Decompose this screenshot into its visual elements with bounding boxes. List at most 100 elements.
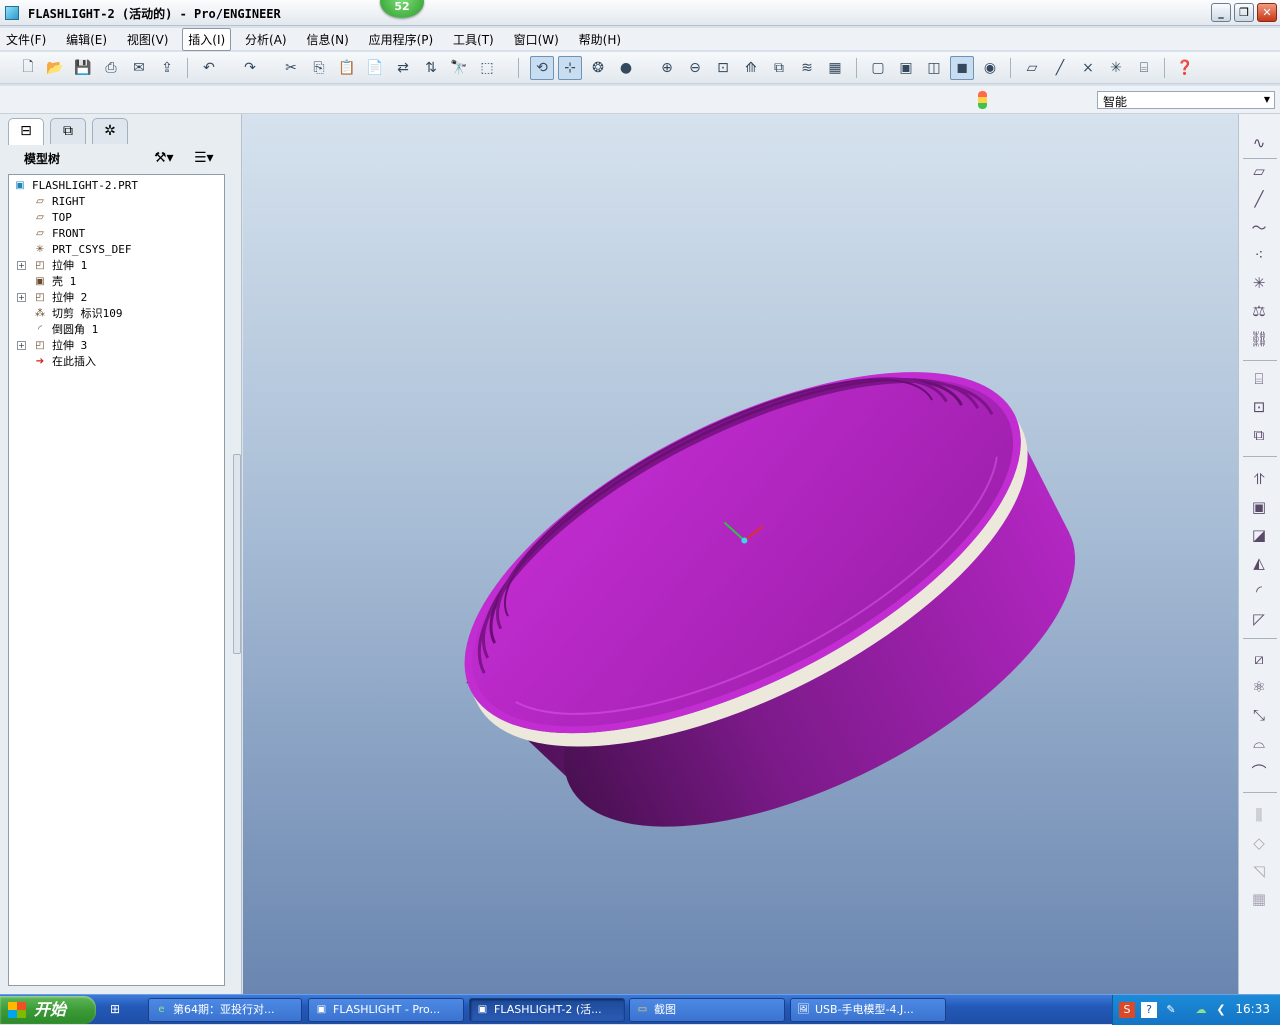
new-file-icon[interactable]: 🗋: [16, 56, 40, 80]
expand-toggle[interactable]: +: [17, 261, 26, 270]
datum-plane-display-icon[interactable]: ▱: [1020, 56, 1044, 80]
tree-settings-icon[interactable]: ⚒▾: [154, 150, 174, 166]
revolve-tool-icon[interactable]: ▣: [1245, 494, 1273, 520]
select-box-icon[interactable]: ⬚: [475, 56, 499, 80]
open-folder-icon[interactable]: 📂: [43, 56, 67, 80]
regenerate-icon[interactable]: ⇄: [391, 56, 415, 80]
tree-item-insert-here[interactable]: ➔ 在此插入: [33, 353, 96, 369]
favorites-tab[interactable]: ✲: [92, 118, 128, 144]
draft-tool-icon[interactable]: ⧄: [1245, 646, 1273, 672]
group-tool-icon[interactable]: ⧉: [1245, 422, 1273, 448]
menu-info[interactable]: 信息(N): [300, 28, 354, 51]
wireframe-icon[interactable]: ▢: [866, 56, 890, 80]
datum-axis-tool-icon[interactable]: ╱: [1245, 186, 1273, 212]
datum-axis-display-icon[interactable]: ╱: [1048, 56, 1072, 80]
tree-columns-icon[interactable]: ☰▾: [194, 150, 214, 166]
sogou-ime-icon[interactable]: S: [1119, 1002, 1135, 1018]
menu-window[interactable]: 窗口(W): [508, 28, 565, 51]
menu-insert[interactable]: 插入(I): [182, 28, 232, 51]
print-icon[interactable]: ⎙: [99, 56, 123, 80]
tree-item-extrude-2[interactable]: ◰ 拉伸 2: [33, 289, 87, 305]
menu-help[interactable]: 帮助(H): [573, 28, 627, 51]
zoom-out-icon[interactable]: ⊖: [683, 56, 707, 80]
menu-tools[interactable]: 工具(T): [447, 28, 500, 51]
trim-tool-icon[interactable]: ◹: [1245, 858, 1273, 884]
taskbar-item-proe-1[interactable]: ▣ FLASHLIGHT - Pro...: [308, 998, 464, 1022]
close-button[interactable]: ✕: [1257, 3, 1277, 22]
datum-point-display-icon[interactable]: ×: [1076, 56, 1100, 80]
network-tray-icon[interactable]: ☁: [1193, 1002, 1209, 1018]
shell-tool-icon[interactable]: ⌓: [1245, 730, 1273, 756]
layers-icon[interactable]: ≋: [795, 56, 819, 80]
paste-special-icon[interactable]: 📄: [363, 56, 387, 80]
start-button[interactable]: 开始: [0, 996, 96, 1024]
save-icon[interactable]: 💾: [71, 56, 95, 80]
help-tray-icon[interactable]: ?: [1141, 1002, 1157, 1018]
blend-tool-icon[interactable]: ◭: [1245, 550, 1273, 576]
tree-item-shell-1[interactable]: ▣ 壳 1: [33, 273, 76, 289]
taskbar-item-screenshot-folder[interactable]: ▭ 截图: [629, 998, 785, 1022]
tree-item-csys[interactable]: ✳ PRT_CSYS_DEF: [33, 241, 132, 257]
undo-icon[interactable]: ↶: [197, 56, 221, 80]
find-binoculars-icon[interactable]: 🔭: [447, 56, 471, 80]
datum-plane-tool-icon[interactable]: ▱: [1245, 158, 1273, 184]
taskbar-item-article[interactable]: e 第64期：亚投行对...: [148, 998, 302, 1022]
menu-edit[interactable]: 编辑(E): [60, 28, 113, 51]
view-tool-icon[interactable]: ⊡: [1245, 394, 1273, 420]
mirror-tool-icon[interactable]: ⫼: [1245, 802, 1273, 828]
quick-launch-icon[interactable]: ⊞: [110, 1002, 128, 1018]
menu-view[interactable]: 视图(V): [121, 28, 175, 51]
extrude-tool-icon[interactable]: ⥣: [1245, 466, 1273, 492]
analysis-tool-icon[interactable]: ⚖: [1245, 298, 1273, 324]
rib-tool-icon[interactable]: ⚛: [1245, 674, 1273, 700]
shading-icon[interactable]: ◼: [950, 56, 974, 80]
panel-splitter[interactable]: [233, 454, 241, 654]
email-icon[interactable]: ✉: [127, 56, 151, 80]
notification-badge[interactable]: 52: [380, 0, 424, 18]
appearance-sphere-icon[interactable]: ●: [614, 56, 638, 80]
csys-display-icon[interactable]: ✳: [1104, 56, 1128, 80]
saved-views-icon[interactable]: ⧉: [767, 56, 791, 80]
datum-point-tool-icon[interactable]: ⁖: [1245, 242, 1273, 268]
csys-tool-icon[interactable]: ✳: [1245, 270, 1273, 296]
copy-icon[interactable]: ⎘: [307, 56, 331, 80]
context-help-icon[interactable]: ❓: [1173, 56, 1197, 80]
note-tool-icon[interactable]: ⌸: [1245, 366, 1273, 392]
menu-analysis[interactable]: 分析(A): [239, 28, 293, 51]
minimize-button[interactable]: _: [1211, 3, 1231, 22]
zoom-in-icon[interactable]: ⊕: [655, 56, 679, 80]
send-icon[interactable]: ⇪: [155, 56, 179, 80]
menu-file[interactable]: 文件(F): [0, 28, 52, 51]
tree-item-front[interactable]: ▱ FRONT: [33, 225, 85, 241]
regen-manager-icon[interactable]: ⇅: [419, 56, 443, 80]
pattern-tool-icon[interactable]: ▦: [1245, 886, 1273, 912]
restore-button[interactable]: ❐: [1234, 3, 1254, 22]
tree-item-right[interactable]: ▱ RIGHT: [33, 193, 85, 209]
taskbar-item-proe-2[interactable]: ▣ FLASHLIGHT-2 (活...: [469, 998, 625, 1022]
menu-applications[interactable]: 应用程序(P): [363, 28, 440, 51]
hidden-line-icon[interactable]: ▣: [894, 56, 918, 80]
orient-mode-icon[interactable]: ❂: [586, 56, 610, 80]
chamfer-tool-icon[interactable]: ◸: [1245, 606, 1273, 632]
annotation-display-icon[interactable]: ⌸: [1132, 56, 1156, 80]
ref-tool-icon[interactable]: ⛓: [1245, 326, 1273, 352]
model-tree-tab[interactable]: ⊟: [8, 118, 44, 145]
reorient-icon[interactable]: ⟰: [739, 56, 763, 80]
tree-item-cut-109[interactable]: ⁂ 切剪 标识109: [33, 305, 123, 321]
graphics-window[interactable]: [243, 114, 1238, 994]
sweep-tool-icon[interactable]: ◪: [1245, 522, 1273, 548]
tree-item-round-1[interactable]: ◜ 倒圆角 1: [33, 321, 98, 337]
datum-curve-tool-icon[interactable]: 〜: [1245, 214, 1273, 240]
enhanced-realism-icon[interactable]: ◉: [978, 56, 1002, 80]
expand-toggle[interactable]: +: [17, 293, 26, 302]
tree-item-extrude-3[interactable]: ◰ 拉伸 3: [33, 337, 87, 353]
tree-root[interactable]: ▣ FLASHLIGHT-2.PRT: [13, 177, 138, 193]
spin-center-icon[interactable]: ⊹: [558, 56, 582, 80]
round-tool-icon[interactable]: ◜: [1245, 578, 1273, 604]
no-hidden-icon[interactable]: ◫: [922, 56, 946, 80]
sketch-curve-icon[interactable]: ∿: [1245, 130, 1273, 156]
selection-filter-select[interactable]: 智能 ▼: [1097, 91, 1275, 109]
merge-tool-icon[interactable]: ◇: [1245, 830, 1273, 856]
cut-icon[interactable]: ✂: [279, 56, 303, 80]
tree-item-extrude-1[interactable]: ◰ 拉伸 1: [33, 257, 87, 273]
